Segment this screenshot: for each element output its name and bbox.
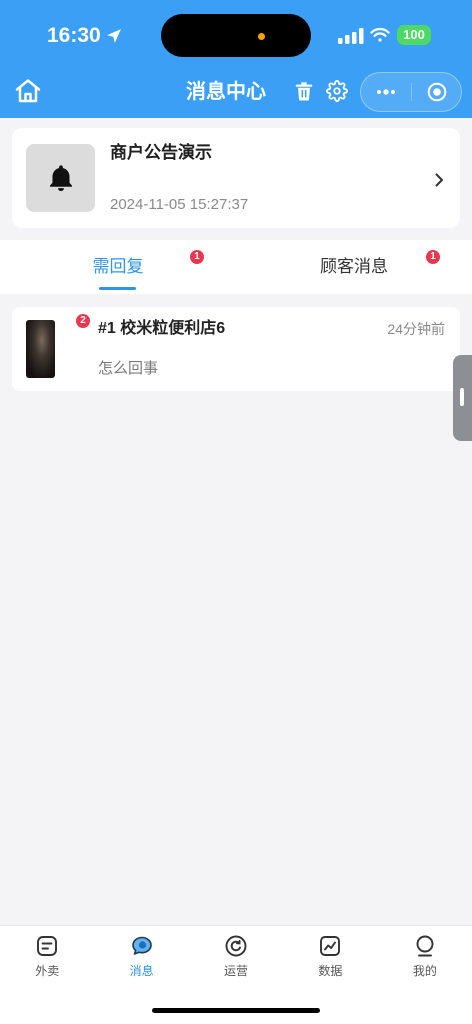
conversation-title: #1 校米粒便利店6: [98, 320, 226, 337]
conversation-time: 24分钟前: [387, 321, 445, 337]
unread-badge: 2: [76, 314, 90, 328]
battery-indicator: 100: [397, 25, 431, 45]
nav-item-takeout[interactable]: 外卖: [0, 926, 94, 1024]
conversation-preview: 怎么回事: [98, 360, 159, 377]
announcement-icon-box: [26, 144, 95, 212]
more-icon[interactable]: [375, 86, 397, 98]
announcement-card[interactable]: 商户公告演示 2024-11-05 15:27:37: [12, 128, 460, 228]
tab-badge: 1: [190, 250, 204, 264]
message-tabs: 需回复 顾客消息 1 1: [0, 240, 472, 294]
trash-icon[interactable]: [293, 80, 315, 102]
nav-label: 外卖: [35, 964, 60, 978]
announcement-date: 2024-11-05 15:27:37: [110, 196, 249, 213]
top-bar: 16:30 100 消息中心: [0, 0, 472, 118]
nav-label: 我的: [412, 964, 437, 978]
capsule-divider: [411, 83, 412, 101]
nav-item-profile[interactable]: 我的: [378, 926, 472, 1024]
location-arrow-icon: [106, 28, 122, 44]
tab-badge: 1: [426, 250, 440, 264]
nav-label: 数据: [318, 964, 343, 978]
wifi-icon: [370, 27, 390, 43]
privacy-indicator-dot: [258, 33, 265, 40]
profile-icon: [413, 934, 437, 958]
floating-side-handle[interactable]: [453, 355, 472, 441]
home-indicator: [152, 1008, 320, 1013]
gear-icon[interactable]: [326, 80, 348, 102]
close-target-icon[interactable]: [427, 82, 447, 102]
takeout-icon: [35, 934, 59, 958]
bell-icon: [45, 162, 77, 194]
nav-label: 消息: [129, 964, 154, 978]
announcement-title: 商户公告演示: [110, 143, 212, 162]
operations-icon: [224, 934, 248, 958]
tab-need-reply[interactable]: 需回复: [0, 240, 236, 294]
tab-customer-messages[interactable]: 顾客消息: [236, 240, 472, 294]
list-item[interactable]: 2 #1 校米粒便利店6 24分钟前 怎么回事: [12, 307, 460, 391]
cellular-signal-icon: [338, 28, 364, 44]
nav-label: 运营: [224, 964, 249, 978]
chevron-right-icon: [434, 172, 444, 188]
status-time: 16:30: [47, 24, 101, 47]
shop-avatar: [26, 320, 55, 378]
page-title: 消息中心: [186, 81, 266, 103]
tab-active-indicator: [99, 287, 136, 290]
home-button[interactable]: [14, 77, 42, 105]
chart-icon: [318, 934, 342, 958]
handle-grip: [460, 388, 464, 406]
message-icon: [130, 934, 154, 958]
mini-program-capsule: [360, 72, 462, 112]
dynamic-island: [161, 14, 311, 57]
